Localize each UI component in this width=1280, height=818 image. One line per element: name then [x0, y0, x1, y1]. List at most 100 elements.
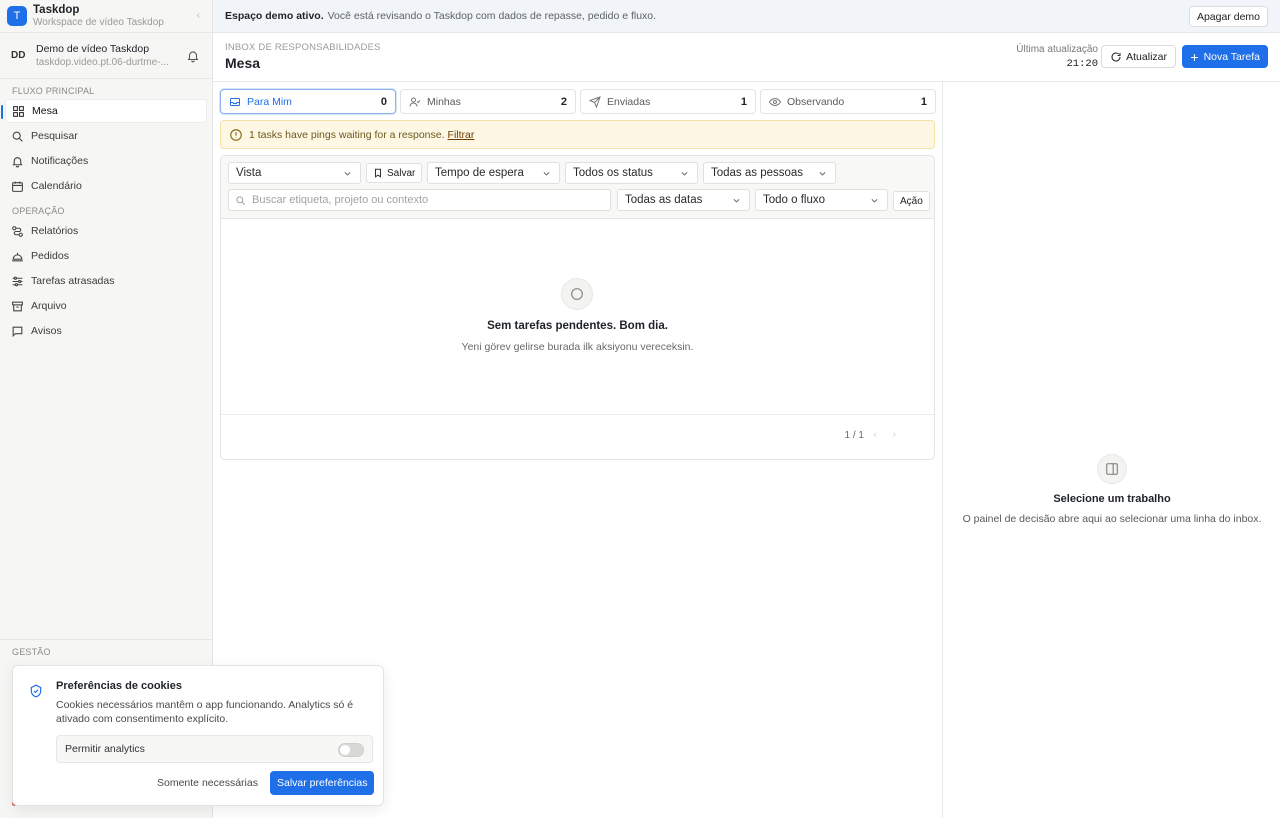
sidebar-item-arquivo[interactable]: Arquivo — [5, 294, 207, 318]
analytics-toggle-row: Permitir analytics — [56, 735, 373, 763]
flow-select[interactable]: Todo o fluxo — [755, 189, 888, 211]
detail-subtitle: O painel de decisão abre aqui ao selecio… — [962, 513, 1262, 525]
brand-subtitle: Workspace de vídeo Taskdop — [33, 16, 164, 28]
people-value: Todas as pessoas — [711, 167, 804, 179]
chevron-down-icon — [681, 172, 688, 176]
bell-icon[interactable] — [186, 49, 200, 63]
user-check-icon — [409, 97, 421, 107]
sidebar-item-relatorios[interactable]: Relatórios — [5, 219, 207, 243]
tab-para-mim[interactable]: Para Mim 0 — [220, 89, 396, 114]
detail-pane: Selecione um trabalho O painel de decisã… — [942, 82, 1280, 818]
tab-label: Minhas — [427, 95, 461, 108]
clear-demo-button[interactable]: Apagar demo — [1188, 6, 1268, 27]
sidebar-item-label: Pedidos — [31, 250, 69, 262]
tab-minhas[interactable]: Minhas 2 — [400, 89, 576, 114]
people-select[interactable]: Todas as pessoas — [703, 162, 836, 184]
save-view-button[interactable]: Salvar — [366, 163, 423, 183]
search-input[interactable] — [252, 194, 592, 206]
last-updated-label: Última atualização — [1016, 44, 1098, 55]
sidebar-item-tarefas-atrasadas[interactable]: Tarefas atrasadas — [5, 269, 207, 293]
section-label-ops: OPERAÇÃO — [12, 206, 65, 216]
tab-count: 0 — [380, 95, 387, 108]
analytics-toggle[interactable] — [338, 743, 364, 757]
chevron-down-icon — [871, 199, 878, 203]
sidebar-item-avisos[interactable]: Avisos — [5, 319, 207, 343]
task-panel: Vista Salvar Tempo de espera Todos os st… — [220, 155, 935, 460]
filter-link[interactable]: Filtrar — [448, 129, 475, 141]
tab-observando[interactable]: Observando 1 — [760, 89, 936, 114]
plus-icon: + — [1190, 48, 1199, 65]
view-select[interactable]: Vista — [228, 162, 361, 184]
pagination-arrows[interactable]: ‹› — [873, 429, 912, 440]
sidebar-item-label: Notificações — [31, 155, 89, 167]
page-header: INBOX DE RESPONSABILIDADES Mesa Última a… — [213, 33, 1280, 82]
page-title: Mesa — [225, 55, 261, 71]
chevron-down-icon — [733, 199, 740, 203]
chevron-down-icon — [344, 172, 351, 176]
user-name: Demo de vídeo Taskdop — [36, 42, 150, 55]
collapse-sidebar-icon[interactable]: ‹ — [197, 10, 200, 21]
dates-value: Todas as datas — [625, 194, 703, 206]
sidebar-item-mesa[interactable]: Mesa — [1, 99, 207, 123]
refresh-button[interactable]: Atualizar — [1101, 45, 1176, 68]
analytics-toggle-label: Permitir analytics — [65, 743, 145, 755]
brand-title: Taskdop — [33, 3, 80, 16]
flow-value: Todo o fluxo — [763, 194, 826, 206]
grid-icon — [13, 105, 24, 117]
avatar: DD — [11, 50, 26, 61]
pings-alert: 1 tasks have pings waiting for a respons… — [220, 120, 935, 149]
save-view-label: Salvar — [387, 167, 416, 179]
route-icon — [12, 225, 23, 237]
empty-title: Sem tarefas pendentes. Bom dia. — [487, 320, 668, 332]
tab-enviadas[interactable]: Enviadas 1 — [580, 89, 756, 114]
bookmark-icon — [374, 168, 382, 178]
brand[interactable]: T Taskdop Workspace de vídeo Taskdop ‹ — [0, 0, 212, 33]
filter-bar: Vista Salvar Tempo de espera Todos os st… — [221, 156, 934, 219]
sidebar-item-label: Calendário — [31, 180, 82, 192]
cookie-title: Preferências de cookies — [56, 680, 182, 692]
new-task-button[interactable]: + Nova Tarefa — [1182, 45, 1268, 68]
alert-text: 1 tasks have pings waiting for a respons… — [249, 128, 445, 141]
sidebar-item-notificacoes[interactable]: Notificações — [5, 149, 207, 173]
status-select[interactable]: Todos os status — [565, 162, 698, 184]
sidebar-item-label: Arquivo — [31, 300, 67, 312]
detail-title: Selecione um trabalho — [1053, 493, 1171, 505]
last-updated-time: 21:20 — [1066, 58, 1098, 70]
warning-circle-icon — [230, 128, 242, 141]
sidebar-item-label: Pesquisar — [31, 130, 78, 142]
refresh-label: Atualizar — [1126, 50, 1167, 63]
wait-time-select[interactable]: Tempo de espera — [427, 162, 560, 184]
view-select-value: Vista — [236, 167, 262, 179]
bell-icon — [12, 156, 23, 167]
sliders-icon — [12, 276, 23, 286]
sidebar-item-calendario[interactable]: Calendário — [5, 174, 207, 198]
sidebar-item-pesquisar[interactable]: Pesquisar — [5, 124, 207, 148]
last-updated: Última atualização 21:20 — [1016, 43, 1098, 71]
shield-check-icon — [30, 684, 42, 698]
search-icon — [236, 195, 245, 205]
user-switcher[interactable]: DD Demo de vídeo Taskdop taskdop.video.p… — [0, 33, 212, 79]
panel-icon — [1097, 454, 1127, 484]
empty-state: Sem tarefas pendentes. Bom dia. Yeni gör… — [221, 219, 934, 415]
save-preferences-button[interactable]: Salvar preferências — [270, 771, 375, 795]
empty-subtitle: Yeni görev gelirse burada ilk aksiyonu v… — [461, 341, 694, 353]
app-root: T Taskdop Workspace de vídeo Taskdop ‹ D… — [0, 0, 1280, 818]
search-field[interactable] — [228, 189, 611, 211]
action-button[interactable]: Ação — [893, 191, 930, 211]
archive-icon — [12, 301, 23, 311]
chevron-down-icon — [819, 172, 826, 176]
tab-count: 2 — [560, 95, 567, 108]
bell-service-icon — [12, 252, 23, 261]
sidebar-item-label: Relatórios — [31, 225, 79, 237]
necessary-only-button[interactable]: Somente necessárias — [157, 777, 258, 789]
demo-banner: Espaço demo ativo. Você está revisando o… — [213, 0, 1280, 33]
inbox-icon — [230, 97, 240, 106]
inbox-tabs: Para Mim 0 Minhas 2 Enviadas 1 Observand… — [220, 89, 936, 114]
section-gestao: GESTÃO — [0, 639, 212, 660]
sidebar-item-pedidos[interactable]: Pedidos — [5, 244, 207, 268]
sidebar-item-label: Tarefas atrasadas — [31, 275, 115, 287]
dates-select[interactable]: Todas as datas — [617, 189, 750, 211]
wait-time-value: Tempo de espera — [435, 167, 524, 179]
brand-logo: T — [7, 6, 27, 26]
pagination-label: 1 / 1 — [844, 430, 864, 441]
